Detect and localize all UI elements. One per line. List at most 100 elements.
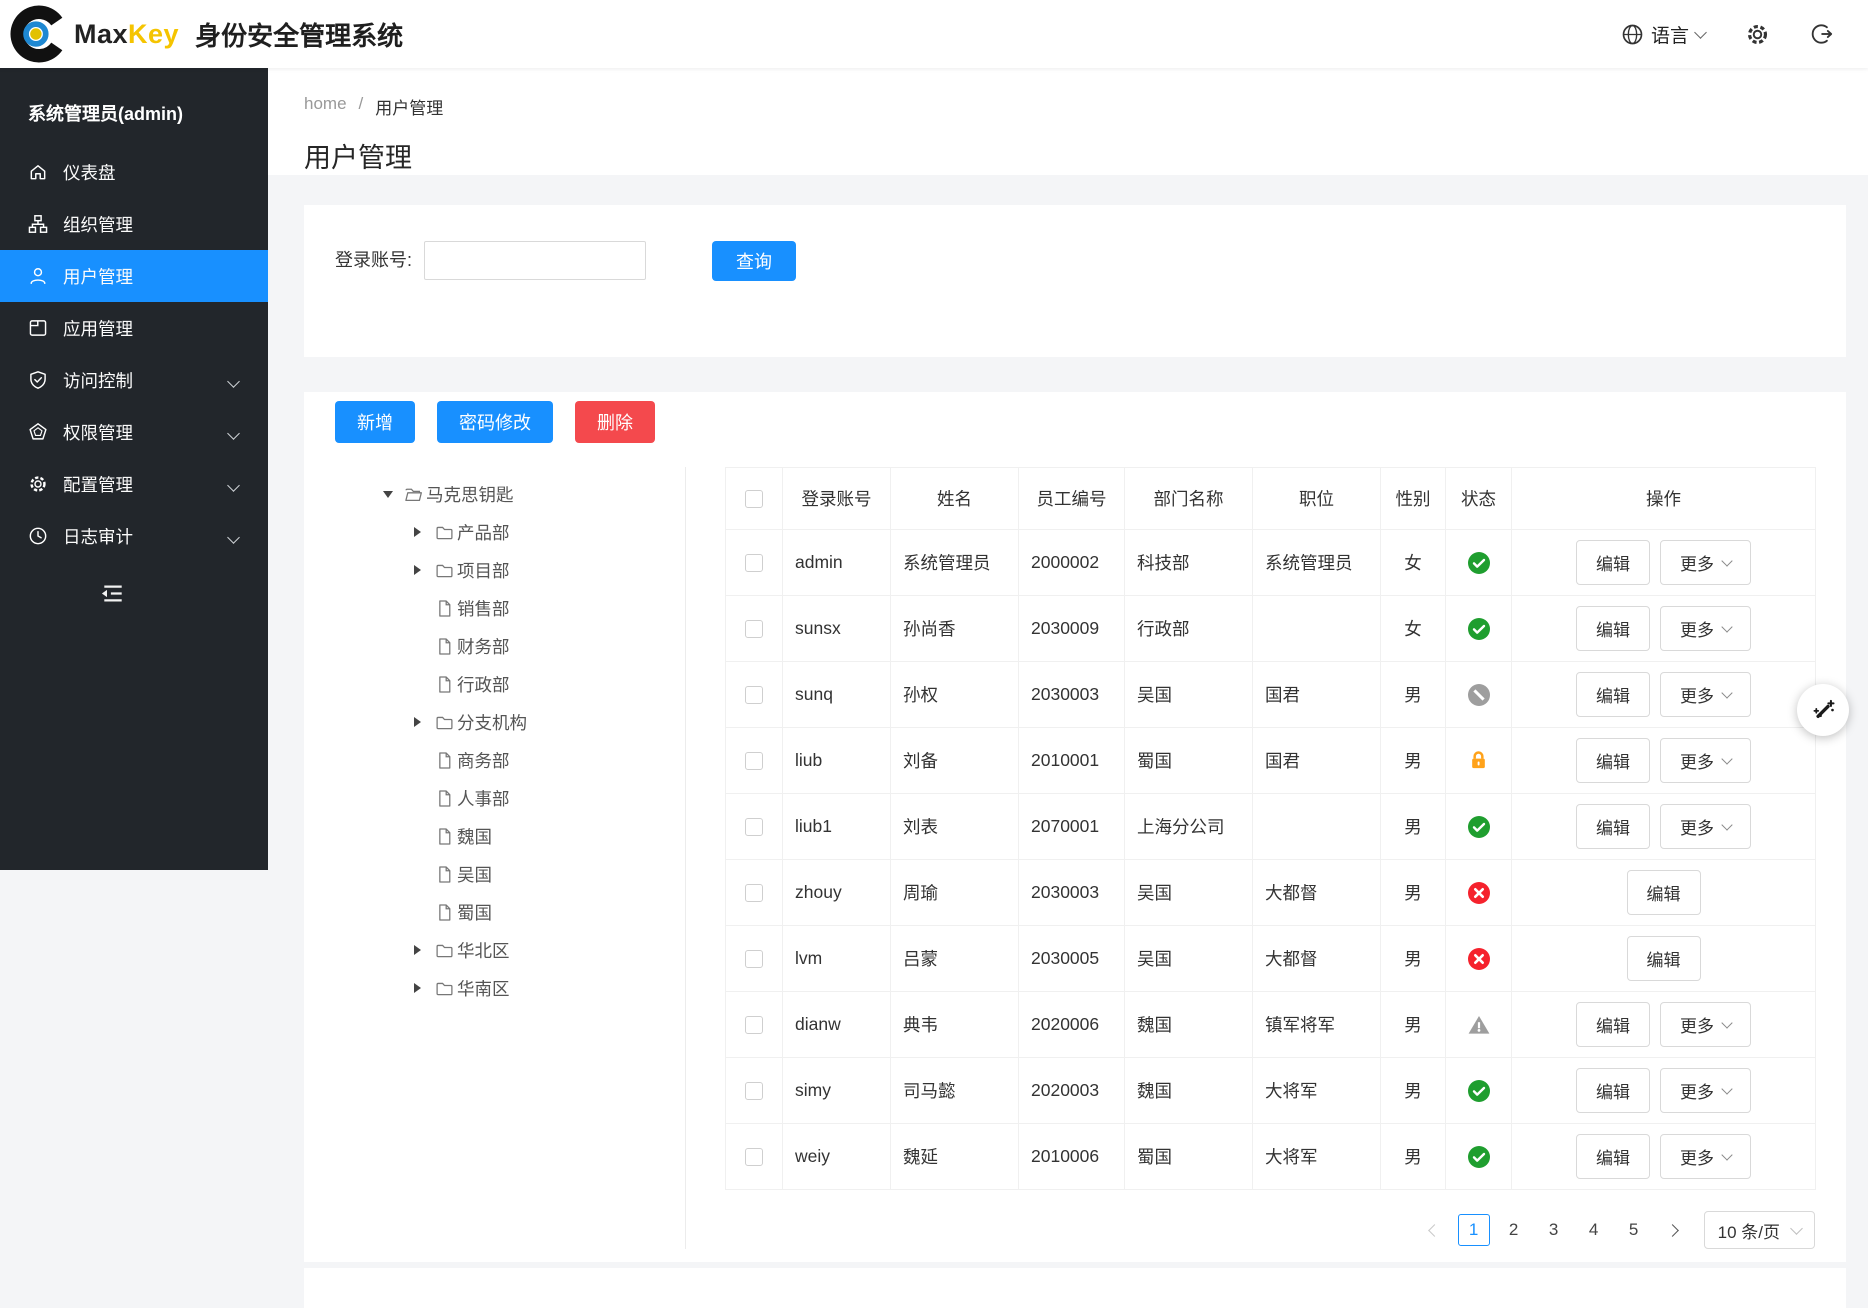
column-header: 部门名称 [1125, 468, 1253, 530]
tree-node[interactable]: 商务部 [383, 741, 685, 779]
sidebar-item-permissions[interactable]: 权限管理 [0, 406, 268, 458]
pagination-page-3[interactable]: 3 [1538, 1214, 1570, 1246]
edit-button[interactable]: 编辑 [1576, 540, 1650, 585]
tree-node[interactable]: 马克思钥匙 [383, 475, 685, 513]
sidebar-menu: 仪表盘组织管理用户管理应用管理访问控制权限管理配置管理日志审计 [0, 146, 268, 562]
edit-button[interactable]: 编辑 [1576, 672, 1650, 717]
caret-right-icon[interactable] [414, 945, 426, 955]
row-checkbox[interactable] [745, 884, 763, 902]
row-checkbox[interactable] [745, 950, 763, 968]
pagination-next[interactable] [1658, 1214, 1688, 1246]
sidebar-item-organizations[interactable]: 组织管理 [0, 198, 268, 250]
user-icon [28, 266, 48, 286]
edit-button[interactable]: 编辑 [1576, 1134, 1650, 1179]
tree-node[interactable]: 项目部 [383, 551, 685, 589]
row-checkbox[interactable] [745, 1148, 763, 1166]
sidebar-item-configuration[interactable]: 配置管理 [0, 458, 268, 510]
window-icon [28, 318, 48, 338]
cell-account: liub1 [783, 794, 891, 860]
toolbar: 新增 密码修改 删除 [335, 401, 1816, 443]
row-checkbox[interactable] [745, 554, 763, 572]
tree-node[interactable]: 销售部 [383, 589, 685, 627]
tree-node[interactable]: 华北区 [383, 931, 685, 969]
tree-node[interactable]: 魏国 [383, 817, 685, 855]
cell-account: sunq [783, 662, 891, 728]
sidebar-item-audit[interactable]: 日志审计 [0, 510, 268, 562]
edit-button[interactable]: 编辑 [1576, 1002, 1650, 1047]
pagination-page-1[interactable]: 1 [1458, 1214, 1490, 1246]
more-button[interactable]: 更多 [1660, 1002, 1751, 1047]
sidebar-item-users[interactable]: 用户管理 [0, 250, 268, 302]
more-button[interactable]: 更多 [1660, 804, 1751, 849]
pagination-page-4[interactable]: 4 [1578, 1214, 1610, 1246]
pagination-page-2[interactable]: 2 [1498, 1214, 1530, 1246]
language-switcher[interactable]: 语言 [1621, 21, 1705, 48]
status-disabled-icon [1467, 947, 1491, 971]
more-button[interactable]: 更多 [1660, 1134, 1751, 1179]
tree-node[interactable]: 财务部 [383, 627, 685, 665]
change-password-button[interactable]: 密码修改 [437, 401, 553, 443]
edit-button[interactable]: 编辑 [1576, 606, 1650, 651]
edit-button[interactable]: 编辑 [1576, 1068, 1650, 1113]
select-all-checkbox[interactable] [745, 490, 763, 508]
tree-node-label: 行政部 [457, 672, 510, 697]
tree-node[interactable]: 蜀国 [383, 893, 685, 931]
cell-account: zhouy [783, 860, 891, 926]
floating-wand-button[interactable] [1797, 684, 1849, 736]
pagination-page-5[interactable]: 5 [1618, 1214, 1650, 1246]
tree-node[interactable]: 吴国 [383, 855, 685, 893]
row-checkbox[interactable] [745, 752, 763, 770]
brand-title: MaxKey [74, 19, 179, 50]
tree-node[interactable]: 产品部 [383, 513, 685, 551]
settings-button[interactable] [1745, 22, 1770, 47]
caret-right-icon[interactable] [414, 717, 426, 727]
brand[interactable]: MaxKey 身份安全管理系统 [10, 5, 403, 63]
pagination-prev[interactable] [1420, 1214, 1450, 1246]
sidebar-item-dashboard[interactable]: 仪表盘 [0, 146, 268, 198]
cell-gender: 女 [1381, 530, 1446, 596]
cell-department: 行政部 [1125, 596, 1253, 662]
edit-button[interactable]: 编辑 [1576, 804, 1650, 849]
edit-button[interactable]: 编辑 [1576, 738, 1650, 783]
row-checkbox[interactable] [745, 1082, 763, 1100]
tree-node[interactable]: 华南区 [383, 969, 685, 1007]
row-checkbox[interactable] [745, 1016, 763, 1034]
home-icon [28, 162, 48, 182]
more-button[interactable]: 更多 [1660, 606, 1751, 651]
more-button[interactable]: 更多 [1660, 738, 1751, 783]
login-account-input[interactable] [424, 241, 646, 280]
caret-down-icon[interactable] [383, 491, 395, 498]
caret-right-icon[interactable] [414, 527, 426, 537]
row-checkbox[interactable] [745, 686, 763, 704]
delete-button[interactable]: 删除 [575, 401, 655, 443]
tree-node[interactable]: 行政部 [383, 665, 685, 703]
row-checkbox[interactable] [745, 818, 763, 836]
sidebar-item-applications[interactable]: 应用管理 [0, 302, 268, 354]
status-inactive-icon [1467, 683, 1491, 707]
tree-node[interactable]: 人事部 [383, 779, 685, 817]
search-button[interactable]: 查询 [712, 241, 796, 281]
page-size-label: 10 条/页 [1718, 1218, 1780, 1243]
sidebar-item-access-control[interactable]: 访问控制 [0, 354, 268, 406]
footer-panel [304, 1268, 1846, 1308]
add-button[interactable]: 新增 [335, 401, 415, 443]
more-button[interactable]: 更多 [1660, 1068, 1751, 1113]
cell-select [726, 1058, 783, 1124]
caret-right-icon[interactable] [414, 983, 426, 993]
sidebar-collapse-button[interactable] [98, 580, 128, 612]
breadcrumb-home[interactable]: home [304, 94, 347, 119]
edit-button[interactable]: 编辑 [1627, 936, 1701, 981]
more-button[interactable]: 更多 [1660, 672, 1751, 717]
page-size-select[interactable]: 10 条/页 [1704, 1211, 1815, 1249]
edit-button[interactable]: 编辑 [1627, 870, 1701, 915]
cell-actions: 编辑更多 [1512, 1058, 1816, 1124]
column-header: 姓名 [891, 468, 1019, 530]
cell-employee-no: 2010001 [1019, 728, 1125, 794]
cell-status [1446, 596, 1512, 662]
tree-node[interactable]: 分支机构 [383, 703, 685, 741]
caret-right-icon[interactable] [414, 565, 426, 575]
row-checkbox[interactable] [745, 620, 763, 638]
more-button[interactable]: 更多 [1660, 540, 1751, 585]
logout-button[interactable] [1810, 22, 1834, 46]
breadcrumb-separator: / [359, 94, 364, 119]
